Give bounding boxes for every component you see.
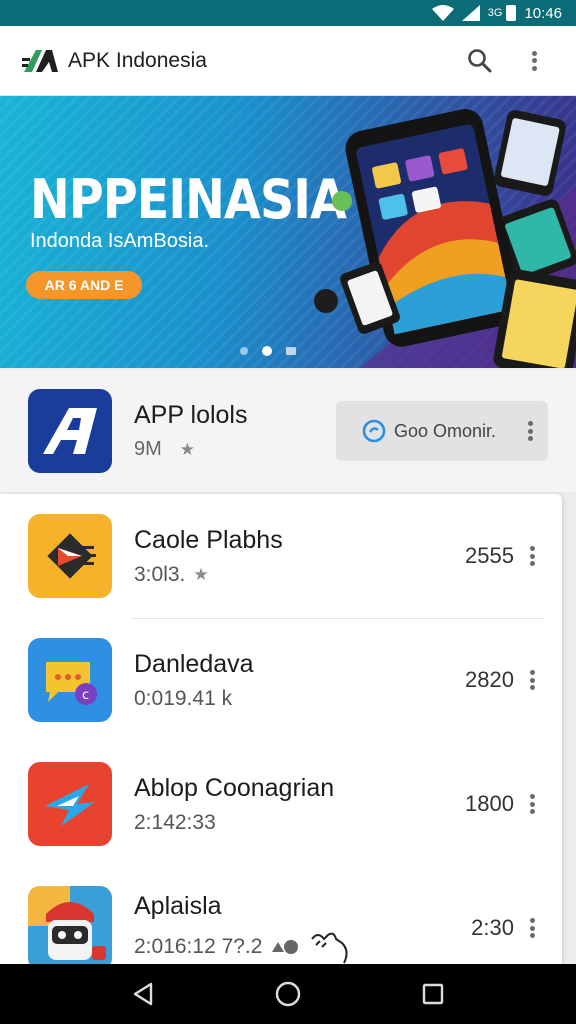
more-vert-icon[interactable] xyxy=(520,419,540,443)
featured-install-button[interactable]: Goo Omonir. xyxy=(336,401,548,461)
app-a-logo-icon xyxy=(43,408,97,454)
banner-subtitle: Indonda IsAmBosia. xyxy=(30,230,209,252)
app-icon-danledava: c xyxy=(28,638,112,722)
robot-character-icon xyxy=(28,886,112,964)
pager-dot[interactable] xyxy=(240,347,248,355)
chat-bubble-icon: c xyxy=(46,662,97,705)
chat-icon xyxy=(362,419,386,443)
app-icon-caole xyxy=(28,514,112,598)
app-icon-aplaisla xyxy=(28,886,112,964)
app-meta: 2:016:12 7?.2 xyxy=(134,934,263,958)
battery-icon xyxy=(506,5,517,21)
apk-logo-icon xyxy=(22,49,58,72)
wifi-icon xyxy=(431,5,454,21)
search-button[interactable] xyxy=(460,41,500,81)
phone-illustration xyxy=(314,109,576,368)
more-vert-icon[interactable] xyxy=(522,668,542,692)
app-count: 2555 xyxy=(465,543,514,568)
star-icon: ★ xyxy=(179,439,196,459)
recents-button[interactable] xyxy=(413,974,453,1014)
app-count: 1800 xyxy=(465,791,514,816)
home-button[interactable] xyxy=(268,974,308,1014)
more-vert-icon[interactable] xyxy=(522,916,542,940)
back-button[interactable] xyxy=(123,974,163,1014)
more-vert-icon[interactable] xyxy=(522,544,542,568)
list-item[interactable]: c Danledava 0:019.41 k 2820 xyxy=(0,618,562,742)
pager-dot-active[interactable] xyxy=(262,346,272,356)
list-item[interactable]: Ablop Coonagrian 2:142:33 1800 xyxy=(0,742,562,866)
play-diamond-icon xyxy=(47,533,96,579)
app-meta: 0:019.41 k xyxy=(134,686,233,710)
status-time: 10:46 xyxy=(524,4,562,22)
banner-title: NPPEINASIA xyxy=(30,168,347,231)
badge-icon xyxy=(270,938,300,956)
app-count: 2:30 xyxy=(471,915,514,940)
signal-icon xyxy=(461,5,480,21)
promo-banner[interactable]: NPPEINASIA Indonda IsAmBosia. AR 6 AND E xyxy=(0,96,576,368)
recents-square-icon xyxy=(423,983,444,1005)
more-vert-icon[interactable] xyxy=(522,792,542,816)
list-item[interactable]: Aplaisla 2:016:12 7?.2 2:30 xyxy=(0,866,562,964)
arrow-swoosh-icon xyxy=(45,784,95,826)
list-divider xyxy=(132,618,544,619)
search-icon xyxy=(468,48,492,72)
banner-cta-button[interactable]: AR 6 AND E xyxy=(26,271,142,299)
app-count: 2820 xyxy=(465,667,514,692)
app-list: Caole Plabhs 3:0l3. ★ 2555 c Danledava 0:… xyxy=(0,494,562,964)
star-icon: ★ xyxy=(193,564,209,584)
pager-dot[interactable] xyxy=(286,347,296,355)
app-meta: 2:142:33 xyxy=(134,810,216,834)
app-name: Aplaisla xyxy=(134,891,222,920)
app-name: Caole Plabhs xyxy=(134,525,283,554)
app-name: Danledava xyxy=(134,649,254,678)
home-circle-icon xyxy=(275,981,301,1007)
app-icon-ablop xyxy=(28,762,112,846)
network-type: 3G xyxy=(487,7,503,19)
back-triangle-icon xyxy=(133,982,152,1006)
featured-app-icon xyxy=(28,389,112,473)
featured-app-name: APP lolols xyxy=(134,401,248,429)
featured-app-size: 9M xyxy=(134,438,162,460)
banner-pager[interactable] xyxy=(240,346,296,356)
app-meta: 3:0l3. xyxy=(134,562,186,586)
overflow-menu-button[interactable] xyxy=(514,41,554,81)
system-nav-bar xyxy=(0,964,576,1024)
svg-text:c: c xyxy=(82,688,89,703)
install-label: Goo Omonir. xyxy=(394,420,497,441)
app-title: APK Indonesia xyxy=(68,48,207,72)
app-bar: APK Indonesia xyxy=(0,26,576,96)
list-item[interactable]: Caole Plabhs 3:0l3. ★ 2555 xyxy=(0,494,562,618)
app-name: Ablop Coonagrian xyxy=(134,773,335,802)
hand-cursor-icon xyxy=(308,929,352,965)
status-bar: 3G 10:46 xyxy=(0,0,576,26)
more-vert-icon xyxy=(524,49,544,73)
featured-app-card[interactable]: APP lolols 9M ★ Goo Omonir. xyxy=(0,370,576,492)
